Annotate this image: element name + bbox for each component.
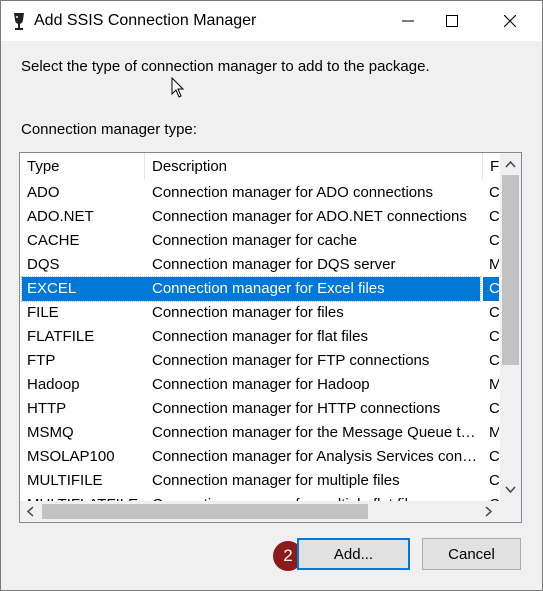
row-description: Connection manager for multiple flat fil…	[152, 493, 478, 501]
list-row[interactable]: FLATFILE Connection manager for flat file…	[22, 325, 480, 349]
list-row[interactable]: DQS Connection manager for DQS server	[22, 253, 480, 277]
row-file: M	[483, 253, 499, 277]
cancel-button[interactable]: Cancel	[422, 538, 521, 570]
row-type: HTTP	[27, 400, 67, 417]
row-file: C	[489, 184, 499, 201]
list-row[interactable]: FTP Connection manager for FTP connection…	[22, 349, 480, 373]
list-row[interactable]: Hadoop Connection manager for Hadoop	[22, 373, 480, 397]
list-row[interactable]: MSOLAP100 Connection manager for Analysis…	[22, 445, 480, 469]
instruction-text: Select the type of connection manager to…	[21, 58, 430, 75]
window-title: Add SSIS Connection Manager	[34, 12, 257, 29]
row-description: Connection manager for ADO connections	[152, 184, 433, 201]
row-type: FLATFILE	[27, 328, 95, 345]
minimize-icon	[402, 20, 414, 22]
scroll-left-icon[interactable]	[24, 505, 37, 518]
row-file: C	[489, 472, 499, 489]
scroll-right-icon[interactable]	[482, 505, 495, 518]
close-icon	[504, 15, 516, 27]
vertical-scroll-thumb[interactable]	[502, 175, 519, 365]
row-file: C	[489, 328, 499, 345]
row-type: EXCEL	[27, 280, 77, 297]
row-type: CACHE	[27, 232, 80, 249]
row-type: DQS	[27, 256, 60, 273]
ssis-icon	[14, 13, 24, 30]
row-description: Connection manager for Excel files	[152, 280, 385, 297]
maximize-button[interactable]	[429, 1, 475, 41]
list-row[interactable]: HTTP Connection manager for HTTP connecti…	[22, 397, 480, 421]
row-file: C	[489, 232, 499, 249]
row-type: FTP	[27, 352, 56, 369]
row-description: Connection manager for ADO.NET connectio…	[152, 208, 467, 225]
dialog-window: Add SSIS Connection Manager Select the t…	[0, 0, 543, 591]
row-description: Connection manager for the Message Queue…	[152, 424, 478, 441]
row-type: MSOLAP100	[27, 448, 115, 465]
row-description: Connection manager for multiple files	[152, 472, 400, 489]
list-row[interactable]: ADO Connection manager for ADO connection…	[22, 181, 480, 205]
row-file: C	[489, 400, 499, 417]
row-file: C	[489, 352, 499, 369]
scrollbar-corner	[500, 501, 521, 522]
file-column: CCCMCCCCMCMCCC	[483, 181, 499, 501]
list-row[interactable]: MULTIFLATFILE Connection manager for mult…	[22, 493, 480, 501]
row-description: Connection manager for FTP connections	[152, 352, 430, 369]
row-file: C	[483, 493, 499, 501]
connection-type-list[interactable]: Type Description Fi ADO Connection manage…	[19, 152, 522, 523]
mouse-cursor-icon	[171, 77, 185, 98]
list-row[interactable]: MSMQ Connection manager for the Message Q…	[22, 421, 480, 445]
row-file: C	[489, 304, 499, 321]
minimize-button[interactable]	[385, 1, 431, 41]
row-file: M	[483, 373, 499, 397]
vertical-scrollbar[interactable]	[500, 153, 521, 501]
list-row[interactable]: MULTIFILE Connection manager for multiple…	[22, 469, 480, 493]
title-bar: Add SSIS Connection Manager	[1, 1, 542, 41]
scroll-down-icon[interactable]	[504, 483, 517, 496]
row-type: MSMQ	[27, 424, 74, 441]
row-type: MULTIFILE	[27, 472, 103, 489]
connection-type-label: Connection manager type:	[21, 121, 197, 138]
column-header-description[interactable]: Description	[145, 153, 483, 179]
row-description: Connection manager for Hadoop	[152, 376, 370, 393]
maximize-icon	[446, 15, 458, 27]
list-rows: ADO Connection manager for ADO connection…	[20, 181, 482, 501]
list-header: Type Description Fi	[20, 153, 503, 179]
row-description: Connection manager for DQS server	[152, 256, 396, 273]
row-type: ADO.NET	[27, 208, 94, 225]
close-button[interactable]	[487, 1, 533, 41]
row-file: M	[483, 421, 499, 445]
list-row[interactable]: CACHE Connection manager for cache	[22, 229, 480, 253]
list-row[interactable]: ADO.NET Connection manager for ADO.NET co…	[22, 205, 480, 229]
list-row[interactable]: EXCEL Connection manager for Excel files	[21, 276, 481, 302]
row-file: C	[489, 208, 499, 225]
horizontal-scroll-thumb[interactable]	[42, 504, 368, 519]
horizontal-scrollbar[interactable]	[20, 501, 500, 522]
row-description: Connection manager for files	[152, 304, 344, 321]
row-file: C	[489, 448, 499, 465]
row-type: FILE	[27, 304, 59, 321]
row-file: C	[483, 277, 499, 301]
row-type: Hadoop	[27, 376, 80, 393]
scroll-up-icon[interactable]	[504, 158, 517, 171]
row-description: Connection manager for cache	[152, 232, 358, 249]
row-type: MULTIFLATFILE	[27, 493, 145, 501]
add-button[interactable]: Add...	[297, 538, 410, 570]
row-description: Connection manager for Analysis Services…	[152, 448, 478, 465]
row-description: Connection manager for flat files	[152, 328, 368, 345]
row-description: Connection manager for HTTP connections	[152, 400, 441, 417]
row-type: ADO	[27, 184, 60, 201]
column-header-type[interactable]: Type	[20, 153, 145, 179]
list-row[interactable]: FILE Connection manager for files	[22, 301, 480, 325]
